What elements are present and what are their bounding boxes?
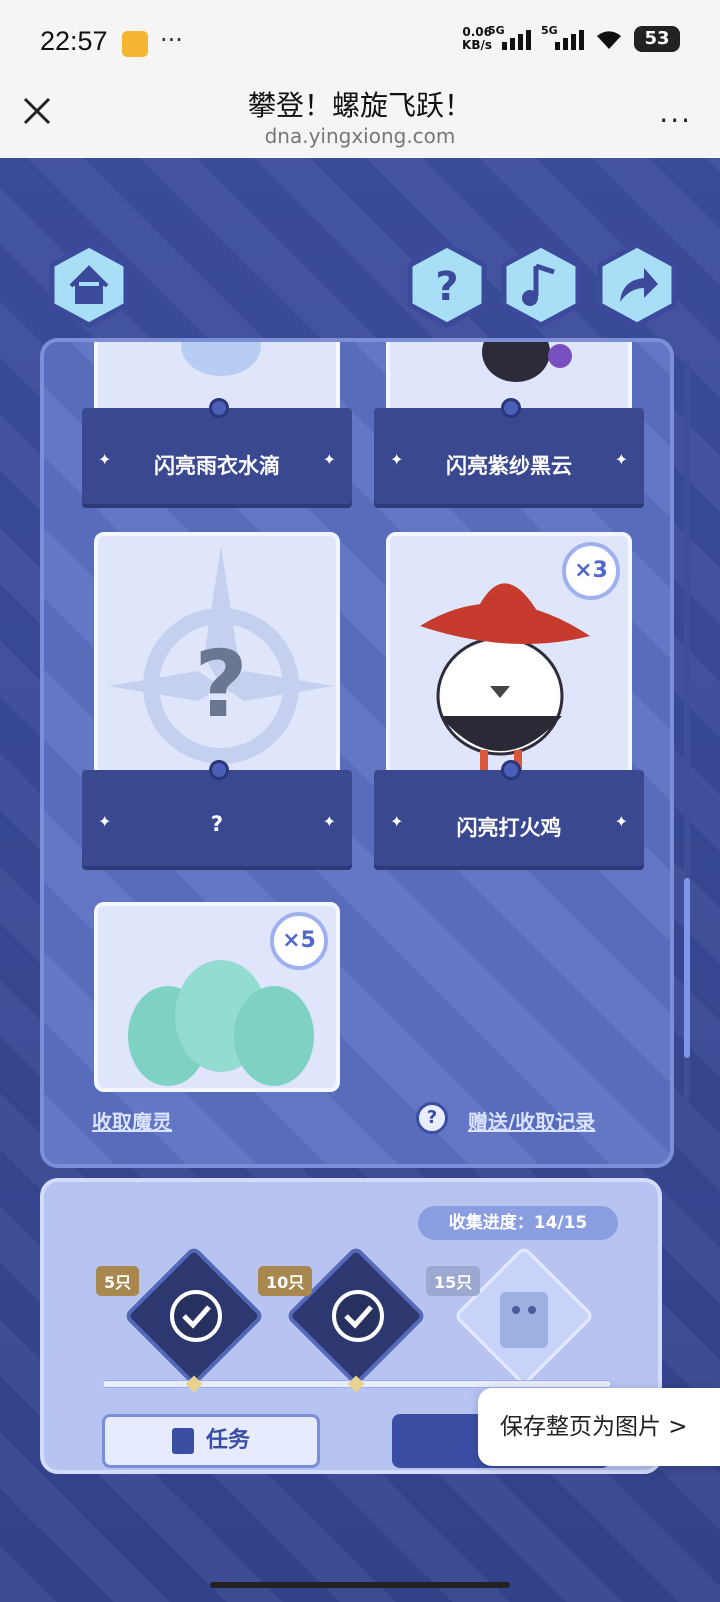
share-icon [597,242,677,328]
milestone-label: 10只 [258,1266,313,1296]
wifi-icon [597,31,621,49]
receive-spirit-link[interactable]: 收取魔灵 [92,1106,172,1135]
save-page-popup[interactable]: 保存整页为图片 > [478,1388,720,1466]
card-pocket: ✦ 闪亮雨衣水滴 ✦ [82,398,352,504]
unknown-card-mark: ? [194,631,247,738]
check-icon [332,1290,384,1342]
task-icon [171,1428,194,1454]
more-menu-button[interactable]: ··· [659,104,692,137]
card-name: 闪亮紫纱黑云 [446,454,572,478]
card-item[interactable]: ×5 [82,902,352,1092]
card-image: ? [94,532,340,792]
music-icon [501,242,581,328]
card-pocket: ✦ 闪亮打火鸡 ✦ [374,760,644,866]
signal-icon-2: 5G [541,24,584,50]
task-button[interactable]: 任务 [102,1414,320,1468]
card-item[interactable]: ✦ 闪亮雨衣水滴 ✦ [82,342,352,504]
help-button[interactable]: ? [404,242,490,328]
collection-progress: 收集进度：14/15 [418,1206,618,1240]
browser-header: 攀登！螺旋飞跃！ dna.yingxiong.com ··· [0,88,720,158]
milestone-label: 15只 [426,1266,481,1296]
battery-icon: 53 [634,26,680,52]
signal-icon: 5G [488,24,531,50]
card-name: ? [210,812,224,836]
page-url: dna.yingxiong.com [264,124,456,148]
card-item[interactable]: ×3 ✦ 闪亮打火鸡 ✦ [374,532,644,872]
share-button[interactable] [594,242,680,328]
home-indicator[interactable] [210,1582,510,1588]
card-count-badge: ×5 [270,912,328,970]
card-pocket: ✦ 闪亮紫纱黑云 ✦ [374,398,644,504]
gift-records-link[interactable]: 赠送/收取记录 [468,1106,595,1135]
card-name: 闪亮打火鸡 [456,816,562,840]
card-collection-panel: ✦ 闪亮雨衣水滴 ✦ ✦ 闪亮紫纱黑云 ✦ ? ✦ ? ✦ ×3 ✦ 闪亮打火鸡… [40,338,674,1168]
svg-text:?: ? [435,264,458,310]
status-more: ··· [160,26,183,54]
milestone-label: 5只 [96,1266,140,1296]
card-name: 闪亮雨衣水滴 [154,454,280,478]
page-title: 攀登！螺旋飞跃！ [247,89,472,122]
app-notification-icon [122,31,148,57]
question-icon[interactable]: ? [416,1102,448,1134]
card-item[interactable]: ? ✦ ? ✦ [82,532,352,872]
music-button[interactable] [498,242,584,328]
card-pocket: ✦ ? ✦ [82,760,352,866]
status-bar: 22:57 ··· 0.06 KB/s 5G 5G 53 [0,0,720,88]
home-button[interactable] [46,242,132,328]
card-item[interactable]: ✦ 闪亮紫纱黑云 ✦ [374,342,644,504]
check-icon [170,1290,222,1342]
scrollbar-thumb[interactable] [684,878,690,1058]
home-icon [49,242,129,328]
status-time: 22:57 [40,26,108,56]
question-icon: ? [407,242,487,328]
card-count-badge: ×3 [562,542,620,600]
reward-bag-icon [500,1292,548,1348]
